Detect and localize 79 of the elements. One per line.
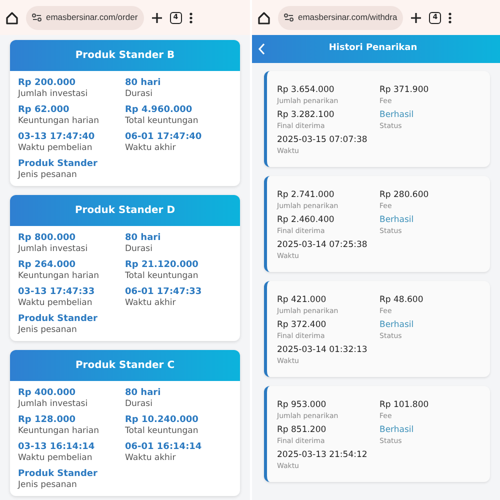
- field-value: 06-01 16:14:14: [125, 441, 203, 453]
- home-icon[interactable]: [257, 10, 271, 24]
- field-label: Jenis pesanan: [18, 170, 78, 181]
- field-value: Rp 10.240.000: [125, 414, 200, 426]
- field-value: 03-13 16:14:14: [18, 441, 96, 453]
- field-label: Jumlah investasi: [18, 244, 89, 255]
- plus-icon[interactable]: [410, 12, 422, 24]
- page-title: Histori Penarikan: [328, 42, 418, 56]
- field-value: Rp 101.800: [380, 400, 430, 411]
- order-title: Produk Stander B: [10, 40, 240, 71]
- field-label: Total keuntungan: [125, 426, 200, 437]
- field-value: Rp 800.000: [18, 232, 76, 244]
- field-value: Rp 62.000: [18, 104, 70, 116]
- field-value: Rp 400.000: [18, 387, 76, 399]
- field-value: Rp 851.200: [277, 425, 328, 436]
- field-value: Produk Stander: [18, 158, 98, 170]
- plus-icon[interactable]: [150, 12, 163, 24]
- field-label: Waktu pembelian: [18, 143, 94, 154]
- field-value: Rp 4.960.000: [125, 104, 194, 116]
- field-value: 80 hari: [125, 77, 162, 89]
- field-value: Rp 421.000: [277, 295, 328, 306]
- field-value: Rp 264.000: [18, 259, 76, 271]
- field-value: Rp 48.600: [380, 295, 424, 306]
- field-value: 80 hari: [125, 232, 162, 244]
- field-label: Waktu pembelian: [18, 298, 94, 309]
- field-value: Produk Stander: [18, 313, 98, 325]
- more-menu-icon[interactable]: [448, 12, 452, 24]
- status-value: Berhasil: [380, 320, 415, 331]
- field-value: Produk Stander: [18, 468, 98, 480]
- field-label: Keuntungan harian: [18, 426, 100, 437]
- field-label: Jumlah investasi: [18, 399, 89, 410]
- field-label: Durasi: [125, 244, 154, 255]
- url-text: emasbersinar.com/order: [46, 11, 138, 24]
- field-value: 2025-03-15 07:07:38: [277, 135, 368, 146]
- field-value: Rp 372.400: [277, 320, 328, 331]
- address-bar[interactable]: emasbersinar.com/withdra: [278, 6, 404, 30]
- field-label: Waktu pembelian: [18, 453, 94, 464]
- field-value: 2025-03-13 21:54:12: [277, 450, 368, 461]
- field-value: Rp 21.120.000: [125, 259, 200, 271]
- field-value: Rp 3.654.000: [277, 85, 336, 96]
- field-label: Total keuntungan: [125, 116, 200, 127]
- url-text: emasbersinar.com/withdra: [298, 11, 398, 24]
- field-label: Keuntungan harian: [18, 271, 100, 282]
- field-value: 03-13 17:47:40: [18, 131, 96, 143]
- field-label: Jenis pesanan: [18, 325, 78, 336]
- back-icon[interactable]: [258, 43, 266, 55]
- field-value: Rp 953.000: [277, 400, 328, 411]
- status-value: Berhasil: [380, 110, 415, 121]
- field-label: Durasi: [125, 89, 154, 100]
- field-label: Jenis pesanan: [18, 480, 78, 491]
- field-value: Rp 371.900: [380, 85, 430, 96]
- status-value: Berhasil: [380, 215, 415, 226]
- order-title: Produk Stander C: [10, 350, 240, 381]
- field-value: 06-01 17:47:33: [125, 286, 203, 298]
- field-value: 2025-03-14 07:25:38: [277, 240, 368, 251]
- address-bar[interactable]: emasbersinar.com/order: [26, 6, 144, 30]
- field-value: Rp 3.282.100: [277, 110, 336, 121]
- order-title: Produk Stander D: [10, 195, 240, 226]
- field-value: Rp 200.000: [18, 77, 76, 89]
- field-label: Waktu akhir: [125, 298, 177, 309]
- field-value: Rp 128.000: [18, 414, 76, 426]
- field-value: Rp 2.741.000: [277, 190, 336, 201]
- field-label: Keuntungan harian: [18, 116, 100, 127]
- field-label: Jumlah investasi: [18, 89, 89, 100]
- field-value: 2025-03-14 01:32:13: [277, 345, 368, 356]
- field-value: Rp 280.600: [380, 190, 430, 201]
- field-value: 80 hari: [125, 387, 162, 399]
- site-settings-icon: [284, 13, 294, 22]
- home-icon[interactable]: [5, 10, 19, 24]
- field-label: Total keuntungan: [125, 271, 200, 282]
- field-value: Rp 2.460.400: [277, 215, 336, 226]
- field-value: 03-13 17:47:33: [18, 286, 96, 298]
- field-label: Waktu akhir: [125, 143, 177, 154]
- more-menu-icon[interactable]: [188, 12, 193, 24]
- field-label: Waktu akhir: [125, 453, 177, 464]
- field-value: 06-01 17:47:40: [125, 131, 203, 143]
- site-settings-icon: [32, 13, 42, 22]
- field-label: Durasi: [125, 399, 154, 410]
- status-value: Berhasil: [380, 425, 415, 436]
